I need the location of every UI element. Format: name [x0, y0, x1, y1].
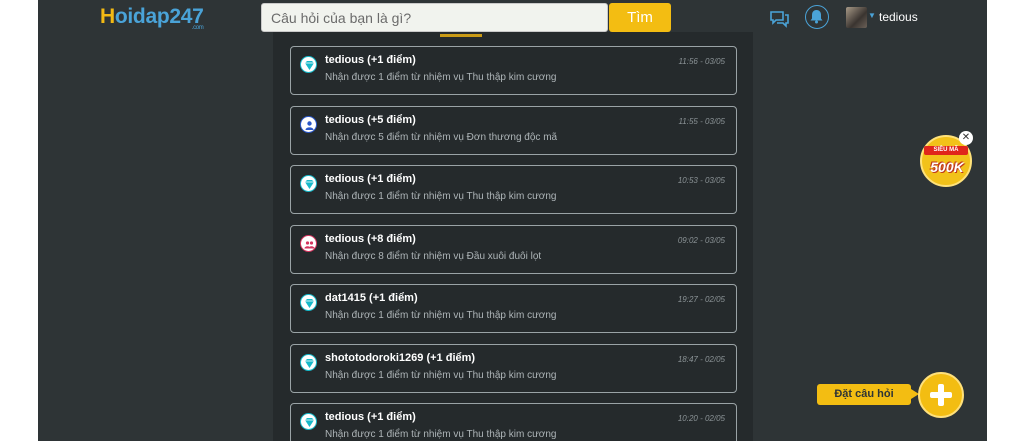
notification-title[interactable]: tedious (+8 điểm): [325, 233, 416, 245]
notification-description: Nhận được 1 điểm từ nhiệm vụ Thu thập ki…: [325, 429, 557, 440]
plus-icon: [930, 384, 952, 406]
ask-question-button[interactable]: [918, 372, 964, 418]
search-button[interactable]: Tìm: [609, 3, 671, 32]
promo-line2: 500K: [930, 159, 964, 175]
chat-icon[interactable]: [768, 7, 790, 29]
avatar[interactable]: [846, 7, 867, 28]
notification-card[interactable]: shototodoroki1269 (+1 điểm) Nhận được 1 đ…: [290, 344, 737, 393]
notification-card[interactable]: tedious (+1 điểm) Nhận được 1 điểm từ nhi…: [290, 403, 737, 441]
notification-card[interactable]: dat1415 (+1 điểm) Nhận được 1 điểm từ nhi…: [290, 284, 737, 333]
notification-description: Nhận được 5 điểm từ nhiệm vụ Đơn thương …: [325, 132, 558, 143]
bell-icon[interactable]: [805, 5, 829, 29]
notification-card[interactable]: tedious (+5 điểm) Nhận được 5 điểm từ nhi…: [290, 106, 737, 155]
diamond-icon: [300, 175, 317, 192]
ask-question-label[interactable]: Đặt câu hỏi: [817, 384, 919, 405]
notification-timestamp: 09:02 - 03/05: [677, 236, 725, 245]
notification-description: Nhận được 1 điểm từ nhiệm vụ Thu thập ki…: [325, 310, 557, 321]
notification-title[interactable]: shototodoroki1269 (+1 điểm): [325, 352, 475, 364]
close-icon[interactable]: ✕: [959, 131, 973, 145]
search-input[interactable]: Câu hỏi của bạn là gì?: [261, 3, 608, 32]
username[interactable]: tedious: [879, 10, 918, 24]
notification-description: Nhận được 1 điểm từ nhiệm vụ Thu thập ki…: [325, 370, 557, 381]
logo-suffix: .com: [191, 25, 204, 31]
notification-timestamp: 10:53 - 03/05: [677, 176, 725, 185]
notification-list: tedious (+1 điểm) Nhận được 1 điểm từ nhi…: [273, 32, 753, 441]
notification-card[interactable]: tedious (+8 điểm) Nhận được 8 điểm từ nhi…: [290, 225, 737, 274]
group-icon: [300, 235, 317, 252]
diamond-icon: [300, 354, 317, 371]
notification-timestamp: 10:20 - 02/05: [677, 414, 725, 423]
site-logo[interactable]: Hoidap247 .com: [100, 5, 204, 31]
notification-title[interactable]: tedious (+1 điểm): [325, 173, 416, 185]
notification-title[interactable]: tedious (+1 điểm): [325, 54, 416, 66]
user-badge-icon: [300, 116, 317, 133]
logo-text: oidap247: [114, 5, 204, 28]
diamond-icon: [300, 294, 317, 311]
chevron-down-icon[interactable]: ▼: [868, 11, 876, 20]
notification-description: Nhận được 8 điểm từ nhiệm vụ Đầu xuôi đu…: [325, 251, 542, 262]
notification-card[interactable]: tedious (+1 điểm) Nhận được 1 điểm từ nhi…: [290, 46, 737, 95]
notification-card[interactable]: tedious (+1 điểm) Nhận được 1 điểm từ nhi…: [290, 165, 737, 214]
notification-title[interactable]: tedious (+1 điểm): [325, 411, 416, 423]
diamond-icon: [300, 56, 317, 73]
notification-description: Nhận được 1 điểm từ nhiệm vụ Thu thập ki…: [325, 72, 557, 83]
diamond-icon: [300, 413, 317, 430]
notification-timestamp: 11:55 - 03/05: [678, 117, 725, 126]
notification-timestamp: 11:56 - 03/05: [678, 57, 725, 66]
active-tab-indicator: [440, 34, 482, 37]
notification-timestamp: 18:47 - 02/05: [677, 355, 725, 364]
logo-letter: H: [100, 5, 115, 28]
promo-line1: SIÊU MÃ: [924, 146, 968, 155]
notification-title[interactable]: tedious (+5 điểm): [325, 114, 416, 126]
app-window: Hoidap247 .com Câu hỏi của bạn là gì? Tì…: [38, 0, 987, 441]
notification-timestamp: 19:27 - 02/05: [677, 295, 725, 304]
notification-description: Nhận được 1 điểm từ nhiệm vụ Thu thập ki…: [325, 191, 557, 202]
notification-title[interactable]: dat1415 (+1 điểm): [325, 292, 418, 304]
